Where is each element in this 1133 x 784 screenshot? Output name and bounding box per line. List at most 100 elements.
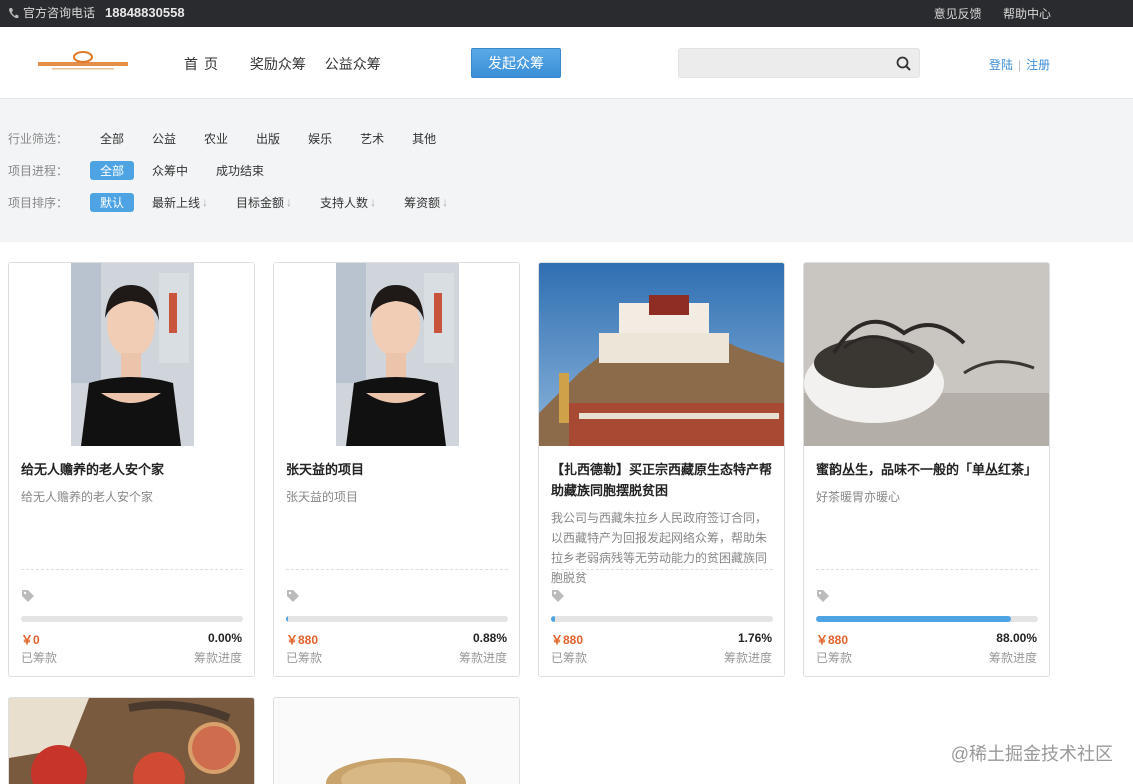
divider [286, 569, 508, 570]
phone-number: 18848830558 [105, 5, 185, 20]
arrow-down-icon: ↓ [442, 195, 449, 209]
help-center-link[interactable]: 帮助中心 [1003, 7, 1051, 21]
nav-home[interactable]: 首页 [184, 56, 224, 72]
sort-target-amount[interactable]: 目标金额 ↓ [226, 193, 302, 212]
funding-percent: 0.00% [207, 631, 242, 645]
industry-other[interactable]: 其他 [402, 129, 446, 148]
funding-progress-bar [551, 616, 773, 622]
register-link[interactable]: 注册 [1026, 58, 1050, 72]
project-card[interactable]: 张天益的项目 张天益的项目 ￥880 0.88% 已筹款 筹款进度 [273, 262, 520, 677]
industry-filter-row: 行业筛选： 全部 公益 农业 出版 娱乐 艺术 其他 [8, 129, 454, 147]
project-image[interactable] [804, 263, 1049, 446]
auth-divider: | [1018, 58, 1022, 72]
project-title[interactable]: 【扎西德勒】买正宗西藏原生态特产帮助藏族同胞摆脱贫困 [551, 459, 773, 501]
project-title[interactable]: 给无人赡养的老人安个家 [21, 459, 243, 480]
phone-icon [9, 7, 19, 18]
raised-amount: ￥880 [816, 633, 849, 647]
industry-art[interactable]: 艺术 [350, 129, 394, 148]
top-bar: 官方咨询电话 18848830558 意见反馈 帮助中心 [0, 0, 1133, 27]
progress-ongoing[interactable]: 众筹中 [142, 161, 198, 180]
funding-progress-fill [551, 616, 555, 622]
sort-newest[interactable]: 最新上线 ↓ [142, 193, 218, 212]
project-card[interactable]: 【扎西德勒】买正宗西藏原生态特产帮助藏族同胞摆脱贫困 我公司与西藏朱拉乡人民政府… [538, 262, 785, 677]
top-links: 意见反馈 帮助中心 [916, 5, 1051, 22]
project-description: 张天益的项目 [286, 490, 359, 504]
raised-amount: ￥880 [551, 633, 584, 647]
raised-amount: ￥0 [21, 633, 40, 647]
arrow-down-icon: ↓ [370, 195, 377, 209]
arrow-down-icon: ↓ [202, 195, 209, 209]
filter-panel: 行业筛选： 全部 公益 农业 出版 娱乐 艺术 其他 项目进程： 全部 众筹中 … [0, 99, 1133, 242]
sort-raised[interactable]: 筹资额 ↓ [394, 193, 458, 212]
project-card[interactable] [8, 697, 255, 784]
progress-all[interactable]: 全部 [90, 160, 135, 180]
site-logo[interactable] [36, 49, 130, 73]
search-input[interactable] [687, 53, 887, 73]
funding-progress-fill [286, 616, 288, 622]
project-image[interactable] [274, 263, 519, 446]
funding-percent: 0.88% [472, 631, 507, 645]
divider [21, 569, 243, 570]
nav-charity-crowdfunding[interactable]: 公益众筹 [325, 56, 381, 72]
sort-row: 项目排序： 默认 最新上线 ↓ 目标金额 ↓ 支持人数 ↓ 筹资额 ↓ [8, 192, 466, 212]
project-image[interactable] [539, 263, 784, 446]
search-box [678, 48, 920, 78]
funding-progress-bar [21, 616, 243, 622]
divider [551, 569, 773, 570]
project-description: 给无人赡养的老人安个家 [21, 490, 154, 504]
industry-entertainment[interactable]: 娱乐 [298, 129, 342, 148]
sort-supporters[interactable]: 支持人数 ↓ [310, 193, 386, 212]
funding-progress-bar [286, 616, 508, 622]
project-description: 好茶暖胃亦暖心 [816, 490, 901, 504]
tag-icon [287, 590, 299, 602]
industry-agriculture[interactable]: 农业 [194, 129, 238, 148]
funding-percent-label: 筹款进度 [988, 651, 1037, 665]
project-title[interactable]: 蜜韵丛生，品味不一般的「单丛红茶」 [816, 459, 1038, 480]
sort-supporters-label: 支持人数 [320, 195, 369, 210]
tag-icon [552, 590, 564, 602]
main-nav: 首页 奖励众筹 公益众筹 [184, 54, 396, 74]
funding-progress-bar [816, 616, 1038, 622]
project-image[interactable] [274, 698, 519, 784]
sort-newest-label: 最新上线 [152, 195, 201, 210]
sort-default[interactable]: 默认 [90, 192, 135, 212]
launch-crowdfunding-button[interactable]: 发起众筹 [471, 48, 561, 78]
watermark-text: @稀土掘金技术社区 [950, 744, 1113, 764]
phone-info: 官方咨询电话 18848830558 [8, 4, 185, 21]
funding-percent-label: 筹款进度 [193, 651, 242, 665]
nav-reward-crowdfunding[interactable]: 奖励众筹 [250, 56, 306, 72]
project-title[interactable]: 张天益的项目 [286, 459, 508, 480]
project-image[interactable] [9, 263, 254, 446]
raised-amount: ￥880 [286, 633, 319, 647]
industry-all[interactable]: 全部 [90, 129, 134, 148]
funding-percent: 88.00% [996, 631, 1037, 645]
project-description: 我公司与西藏朱拉乡人民政府签订合同，以西藏特产为回报发起网络众筹，帮助朱拉乡老弱… [551, 511, 768, 585]
progress-filter-row: 项目进程： 全部 众筹中 成功结束 [8, 160, 282, 180]
site-header: 首页 奖励众筹 公益众筹 发起众筹 登陆 | 注册 [0, 27, 1133, 99]
project-image[interactable] [9, 698, 254, 784]
progress-filter-label: 项目进程： [8, 163, 69, 178]
funding-percent: 1.76% [737, 631, 772, 645]
feedback-link[interactable]: 意见反馈 [934, 7, 982, 21]
sort-label: 项目排序： [8, 195, 69, 210]
industry-filter-label: 行业筛选： [8, 131, 69, 146]
login-link[interactable]: 登陆 [989, 58, 1013, 72]
project-card[interactable] [273, 697, 520, 784]
divider [816, 569, 1038, 570]
auth-links: 登陆 | 注册 [989, 56, 1050, 73]
funding-percent-label: 筹款进度 [723, 651, 772, 665]
industry-publishing[interactable]: 出版 [246, 129, 290, 148]
project-card[interactable]: 蜜韵丛生，品味不一般的「单丛红茶」 好茶暖胃亦暖心 ￥880 88.00% 已筹… [803, 262, 1050, 677]
progress-success[interactable]: 成功结束 [206, 161, 274, 180]
funding-percent-label: 筹款进度 [458, 651, 507, 665]
industry-charity[interactable]: 公益 [142, 129, 186, 148]
arrow-down-icon: ↓ [286, 195, 293, 209]
raised-amount-label: 已筹款 [816, 651, 853, 665]
tag-icon [817, 590, 829, 602]
phone-label: 官方咨询电话 [23, 6, 96, 20]
sort-raised-label: 筹资额 [404, 195, 441, 210]
sort-target-amount-label: 目标金额 [236, 195, 285, 210]
project-card[interactable]: 给无人赡养的老人安个家 给无人赡养的老人安个家 ￥0 0.00% 已筹款 筹款进… [8, 262, 255, 677]
search-icon[interactable] [895, 55, 913, 73]
funding-progress-fill [816, 616, 1012, 622]
